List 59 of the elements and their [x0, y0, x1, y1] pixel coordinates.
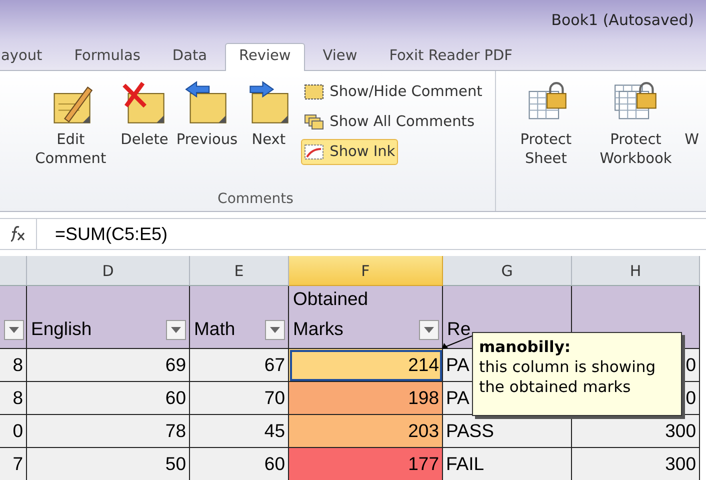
caret-down-icon	[270, 327, 280, 333]
stacked-notes-icon	[304, 113, 324, 131]
table-cell: PASS	[443, 415, 572, 448]
filter-dropdown[interactable]	[166, 320, 186, 340]
table-cell: 60	[190, 448, 289, 480]
table-cell: 69	[27, 349, 190, 382]
ribbon-button[interactable]: W	[682, 79, 702, 183]
header-text: Re	[447, 317, 471, 341]
ribbon-tab[interactable]: View	[308, 43, 372, 70]
table-cell: 214	[289, 349, 443, 382]
next-comment-button[interactable]: Next	[242, 79, 295, 183]
column-header[interactable]: G	[443, 256, 572, 286]
column-header[interactable]: F	[289, 256, 443, 286]
column-header[interactable]: E	[190, 256, 289, 286]
ribbon-tab[interactable]: Data	[158, 43, 222, 70]
table-cell: 78	[27, 415, 190, 448]
table-cell: FAIL	[443, 448, 572, 480]
table-cell: 198	[289, 382, 443, 415]
ink-pen-icon	[304, 143, 324, 161]
delete-comment-button[interactable]: Delete	[118, 79, 172, 183]
window-title: Book1 (Autosaved)	[551, 11, 694, 29]
ribbon-tab[interactable]: Foxit Reader PDF	[375, 43, 527, 70]
caret-down-icon	[424, 327, 434, 333]
column-header[interactable]: H	[572, 256, 700, 286]
protect-sheet-button[interactable]: Protect Sheet	[502, 79, 590, 183]
edit-comment-button[interactable]: Edit Comment	[26, 79, 116, 183]
table-cell: 203	[289, 415, 443, 448]
formula-input[interactable]: =SUM(C5:E5)	[37, 219, 168, 249]
caret-down-icon	[171, 327, 181, 333]
header-text: Obtained Marks	[293, 287, 370, 341]
table-cell: 67	[190, 349, 289, 382]
filter-dropdown[interactable]	[265, 320, 285, 340]
leader-line	[441, 334, 473, 350]
note-icon	[304, 83, 324, 101]
table-cell: 45	[190, 415, 289, 448]
group-label: Comments	[218, 191, 294, 209]
filter-dropdown[interactable]	[4, 320, 24, 340]
table-cell: 70	[190, 382, 289, 415]
ribbon-tab[interactable]: Review	[225, 43, 305, 71]
table-cell: 8	[0, 382, 27, 415]
table-cell: 50	[27, 448, 190, 480]
comment-option-button[interactable]: Show All Comments	[300, 109, 478, 135]
ribbon-tab[interactable]: Formulas	[60, 43, 154, 70]
table-cell: 7	[0, 448, 27, 480]
comment-option-button[interactable]: Show/Hide Comment	[300, 79, 486, 105]
header-text: English	[31, 317, 92, 341]
caret-down-icon	[9, 327, 19, 333]
header-text: Math	[194, 317, 236, 341]
protect-workbook-button[interactable]: Protect Workbook	[592, 79, 680, 183]
previous-comment-button[interactable]: Previous	[173, 79, 241, 183]
table-cell: 8	[0, 349, 27, 382]
comment-option-button[interactable]: Show Ink	[300, 139, 398, 165]
table-cell: 60	[27, 382, 190, 415]
table-cell: 177	[289, 448, 443, 480]
column-header[interactable]: D	[27, 256, 190, 286]
filter-dropdown[interactable]	[419, 320, 439, 340]
table-cell: 300	[572, 448, 700, 480]
ribbon-tab[interactable]: ayout	[0, 43, 56, 70]
table-cell: 0	[0, 415, 27, 448]
